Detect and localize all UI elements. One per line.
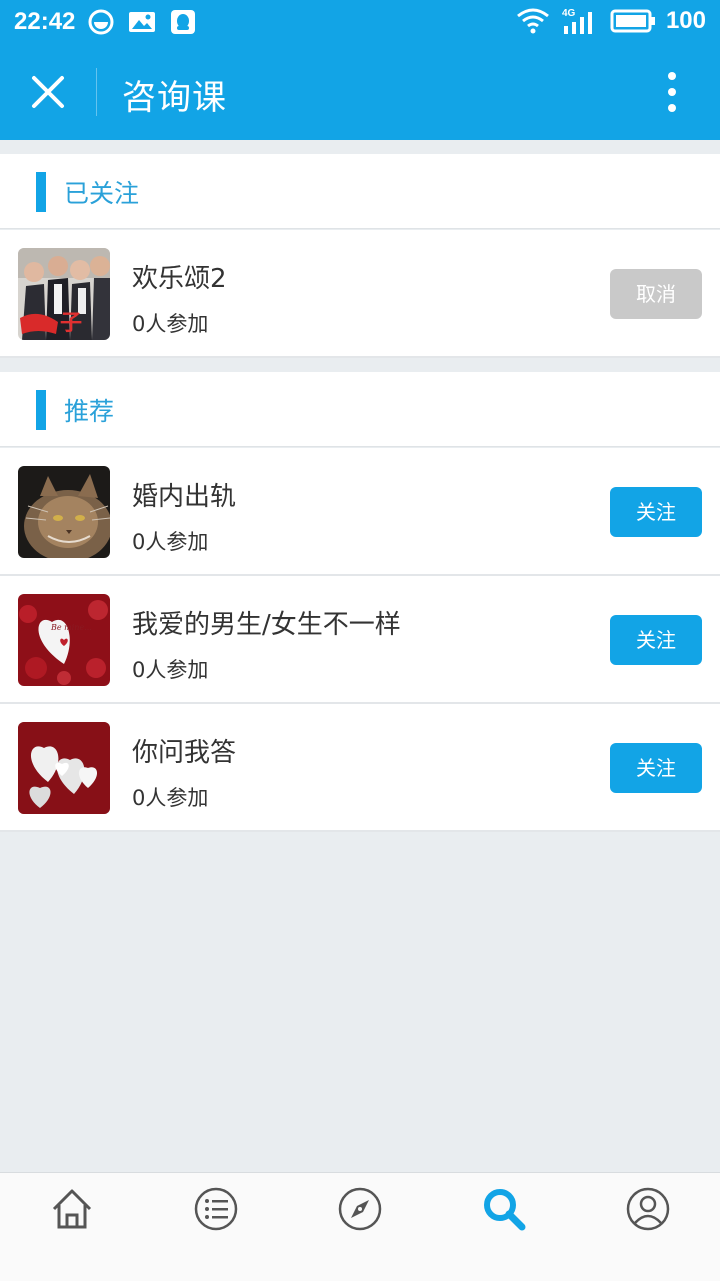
battery-level: 100 (665, 7, 706, 34)
notification-icons (88, 9, 196, 35)
nav-list[interactable] (194, 1187, 238, 1231)
participant-count: 0人参加 (132, 530, 209, 554)
course-item[interactable]: 子 欢乐颂2 0人参加 取消 (0, 230, 720, 358)
section-accent-bar (36, 172, 46, 212)
profile-icon (626, 1187, 670, 1231)
course-title: 欢乐颂2 (132, 264, 227, 294)
course-thumbnail (18, 722, 110, 814)
course-thumbnail: 子 (18, 248, 110, 340)
qq-notification-icon (171, 10, 195, 34)
recommended-section-title: 推荐 (64, 397, 115, 426)
course-item[interactable]: 婚内出轨 0人参加 关注 (0, 448, 720, 576)
course-thumbnail (18, 466, 110, 558)
close-icon (32, 76, 64, 108)
unfollow-button[interactable]: 取消 (610, 269, 702, 319)
sync-app-icon (88, 9, 114, 35)
home-icon (52, 1189, 92, 1229)
followed-section-title: 已关注 (64, 179, 140, 208)
follow-button[interactable]: 关注 (610, 487, 702, 537)
image-notification-icon (129, 12, 155, 32)
course-title: 婚内出轨 (132, 482, 237, 512)
battery-icon (610, 9, 655, 33)
section-accent-bar (36, 390, 46, 430)
network-type-label: 4G (562, 8, 576, 19)
course-item[interactable]: Be mine... 我爱的男生/女生不一样 0人参加 关注 (0, 576, 720, 704)
status-time: 22:42 (14, 8, 76, 35)
nav-home[interactable] (50, 1187, 94, 1231)
course-item[interactable]: 你问我答 0人参加 关注 (0, 704, 720, 832)
more-options-button[interactable] (650, 70, 694, 114)
nav-discover[interactable] (338, 1187, 382, 1231)
cellular-signal-icon: 4G (562, 8, 592, 34)
bottom-navigation (0, 1172, 720, 1281)
system-status-icons: 4G 100 (516, 6, 706, 36)
status-bar: 22:42 4G 100 (0, 0, 720, 44)
app-bar: 咨询课 (0, 44, 720, 140)
svg-text:子: 子 (60, 310, 82, 335)
participant-count: 0人参加 (132, 312, 209, 336)
participant-count: 0人参加 (132, 786, 209, 810)
nav-profile[interactable] (626, 1187, 670, 1231)
list-icon (194, 1187, 238, 1231)
recommended-section-header: 推荐 (0, 372, 720, 447)
nav-search[interactable] (482, 1187, 526, 1231)
search-icon (484, 1189, 526, 1231)
wifi-icon (517, 8, 549, 34)
participant-count: 0人参加 (132, 658, 209, 682)
course-thumbnail: Be mine... (18, 594, 110, 686)
course-title: 我爱的男生/女生不一样 (132, 610, 401, 640)
app-bar-divider (96, 68, 97, 116)
course-title: 你问我答 (132, 738, 237, 768)
follow-button[interactable]: 关注 (610, 743, 702, 793)
followed-section-header: 已关注 (0, 154, 720, 229)
heart-text: Be mine... (50, 623, 92, 632)
follow-button[interactable]: 关注 (610, 615, 702, 665)
compass-icon (338, 1187, 382, 1231)
page-title: 咨询课 (122, 78, 227, 118)
more-vertical-icon (668, 72, 676, 112)
close-button[interactable] (24, 68, 72, 116)
